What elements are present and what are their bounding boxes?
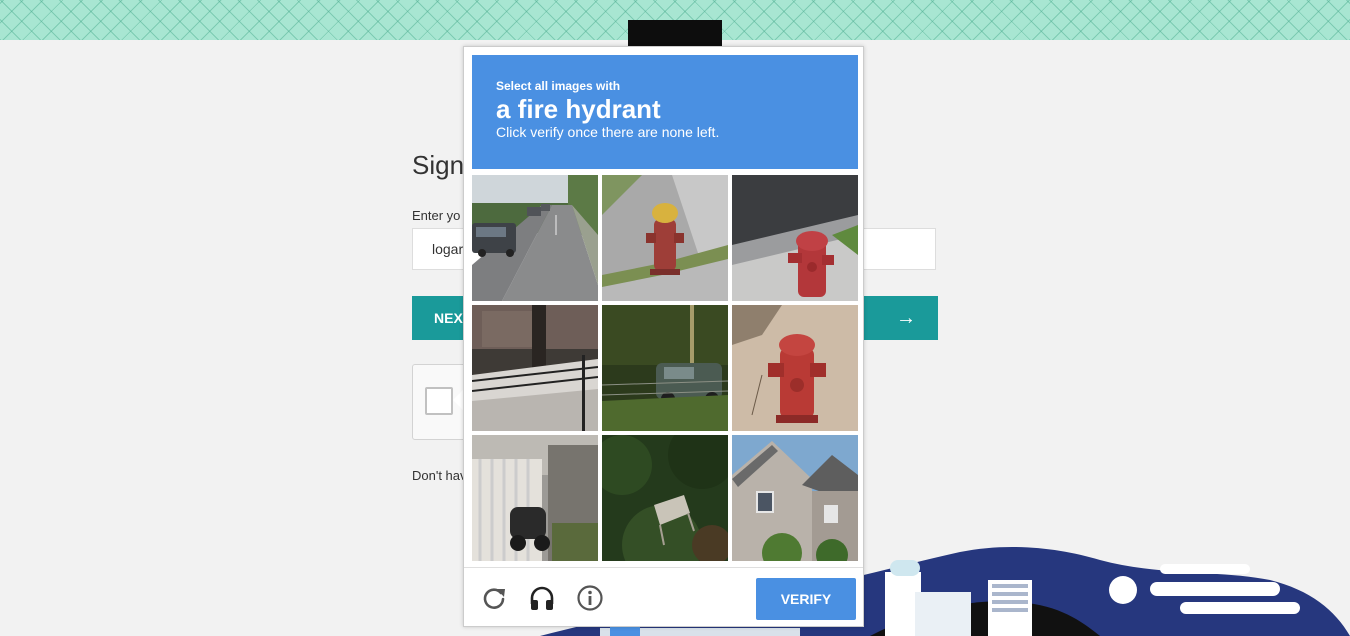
captcha-tile[interactable] xyxy=(472,175,598,301)
captcha-tile[interactable] xyxy=(732,175,858,301)
captcha-subtitle: Click verify once there are none left. xyxy=(496,124,720,140)
captcha-target-object: a fire hydrant xyxy=(496,94,661,124)
verify-button[interactable]: VERIFY xyxy=(756,578,856,620)
captcha-tile[interactable] xyxy=(602,305,728,431)
signup-prompt: Don't hav xyxy=(412,468,467,483)
info-icon[interactable] xyxy=(576,584,604,612)
captcha-tile[interactable] xyxy=(472,435,598,561)
reload-icon[interactable] xyxy=(480,584,508,612)
captcha-tile[interactable] xyxy=(732,305,858,431)
captcha-tile[interactable] xyxy=(602,435,728,561)
captcha-tile[interactable] xyxy=(602,175,728,301)
next-button-label: NEX xyxy=(434,310,463,326)
captcha-footer: VERIFY xyxy=(464,567,863,628)
logo xyxy=(628,20,722,46)
captcha-image-grid xyxy=(472,175,858,561)
captcha-header: Select all images with a fire hydrant Cl… xyxy=(472,55,858,169)
captcha-instruction: Select all images with xyxy=(496,79,621,93)
arrow-right-icon: → xyxy=(896,307,916,329)
username-label: Enter yo xyxy=(412,208,461,223)
recaptcha-checkbox[interactable] xyxy=(425,387,453,415)
audio-icon[interactable] xyxy=(528,584,556,612)
captcha-tile[interactable] xyxy=(472,305,598,431)
page-title: Sign xyxy=(412,150,465,180)
captcha-tile[interactable] xyxy=(732,435,858,561)
captcha-callout-arrow xyxy=(453,390,463,410)
captcha-challenge: Select all images with a fire hydrant Cl… xyxy=(463,46,864,627)
